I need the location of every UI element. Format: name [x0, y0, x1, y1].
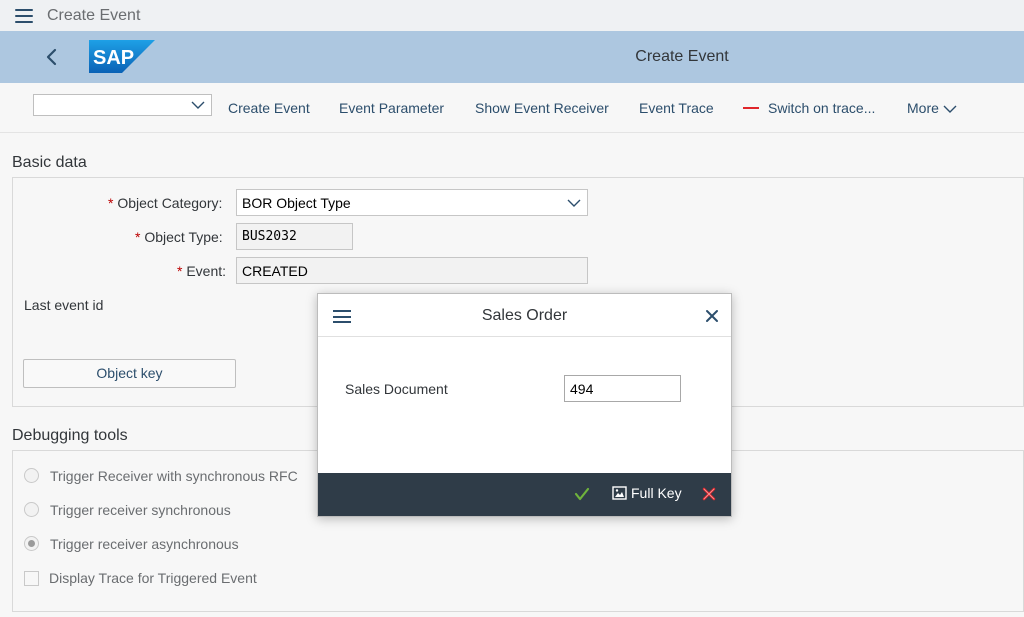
- cancel-icon[interactable]: [701, 486, 717, 502]
- display-trace-label: Display Trace for Triggered Event: [49, 570, 257, 586]
- event-trace-button[interactable]: Event Trace: [639, 100, 714, 116]
- radio-sync[interactable]: [24, 502, 39, 517]
- chevron-down-icon: [567, 199, 581, 207]
- minus-icon: [743, 107, 759, 109]
- dialog-header: Sales Order: [318, 294, 731, 337]
- switch-on-trace-button[interactable]: Switch on trace...: [768, 100, 875, 116]
- radio-sync-label: Trigger receiver synchronous: [50, 502, 231, 518]
- chevron-down-icon: [943, 105, 957, 114]
- event-parameter-button[interactable]: Event Parameter: [339, 100, 444, 116]
- chevron-down-icon: [191, 101, 205, 109]
- shell-header: SAP Create Event: [0, 31, 1024, 83]
- title-bar: Create Event: [0, 0, 1024, 31]
- dialog-title: Sales Order: [481, 307, 568, 324]
- object-category-select[interactable]: BOR Object Type: [236, 189, 588, 216]
- more-button[interactable]: More: [907, 100, 957, 116]
- radio-async[interactable]: [24, 536, 39, 551]
- object-category-label: * Object Category:: [108, 195, 222, 211]
- create-event-button[interactable]: Create Event: [228, 100, 310, 116]
- show-event-receiver-button[interactable]: Show Event Receiver: [475, 100, 609, 116]
- debugging-tools-title: Debugging tools: [12, 427, 128, 444]
- sales-document-label: Sales Document: [345, 381, 448, 397]
- object-type-field[interactable]: BUS2032: [236, 223, 353, 250]
- more-label: More: [907, 100, 939, 116]
- required-mark: *: [177, 263, 183, 279]
- basic-data-title: Basic data: [12, 154, 87, 171]
- required-mark: *: [108, 195, 114, 211]
- full-key-button[interactable]: Full Key: [612, 485, 682, 501]
- checkmark-icon[interactable]: [574, 486, 590, 502]
- event-field[interactable]: CREATED: [236, 257, 588, 284]
- radio-async-label: Trigger receiver asynchronous: [50, 536, 239, 552]
- close-icon[interactable]: [704, 308, 720, 324]
- radio-sync-rfc[interactable]: [24, 468, 39, 483]
- object-type-label-text: Object Type:: [144, 229, 223, 245]
- radio-sync-rfc-label: Trigger Receiver with synchronous RFC: [50, 468, 298, 484]
- dialog-footer: Full Key: [318, 473, 731, 516]
- sales-document-input[interactable]: 494: [564, 375, 681, 402]
- event-label: * Event:: [177, 263, 226, 279]
- window-title: Create Event: [47, 6, 141, 24]
- object-key-button[interactable]: Object key: [23, 359, 236, 388]
- toolbar: Create Event Event Parameter Show Event …: [0, 83, 1024, 133]
- event-label-text: Event:: [186, 263, 227, 279]
- command-select[interactable]: [33, 94, 212, 116]
- sales-order-dialog: Sales Order Sales Document 494 Full Key: [317, 293, 732, 517]
- menu-icon[interactable]: [15, 8, 33, 23]
- image-icon: [612, 486, 627, 500]
- last-event-id-label: Last event id: [24, 297, 104, 313]
- shell-title: Create Event: [635, 48, 729, 65]
- object-category-value: BOR Object Type: [242, 195, 351, 211]
- full-key-label: Full Key: [631, 485, 682, 501]
- display-trace-checkbox[interactable]: [24, 571, 39, 586]
- object-type-label: * Object Type:: [135, 229, 223, 245]
- required-mark: *: [135, 229, 141, 245]
- object-category-label-text: Object Category:: [117, 195, 223, 211]
